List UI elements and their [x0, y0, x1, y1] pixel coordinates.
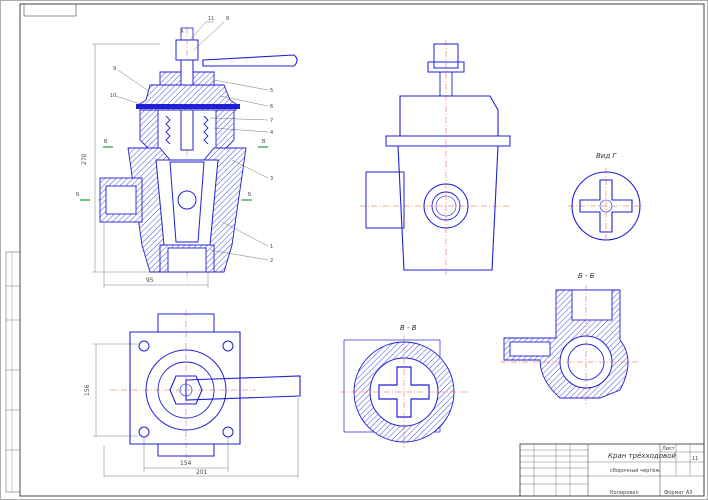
dimension-flange-height: 156: [84, 384, 91, 396]
arrow-mark-a: А: [180, 29, 184, 35]
dimension-flange-holes: 154: [180, 460, 192, 467]
section-mark-b-left: Б: [76, 192, 80, 198]
section-v-v: В - В: [340, 324, 468, 448]
section-mark-v-left: В: [104, 139, 108, 145]
handle: [202, 54, 298, 67]
dimension-base-width: 95: [146, 277, 154, 284]
leader-5: 5: [270, 88, 273, 94]
dimension-flange-width: 201: [196, 469, 208, 476]
view-g-title: Вид Г: [596, 152, 617, 160]
section-v-title: В - В: [400, 324, 417, 332]
leader-9: 9: [113, 66, 116, 72]
format-label: Формат А3: [664, 490, 692, 496]
leader-4: 4: [270, 130, 273, 136]
leader-3: 3: [270, 176, 273, 182]
leader-10: 10: [110, 93, 116, 99]
sheet-label: Лист: [662, 446, 675, 452]
section-mark-b-right: Б: [248, 192, 252, 198]
copied-label: Копировал: [610, 490, 639, 496]
leader-2: 2: [270, 258, 273, 264]
leader-1: 1: [270, 244, 273, 250]
view-g: Вид Г: [568, 152, 644, 242]
title-block: Кран трёхходовой сборочный чертёж Лист 1…: [519, 443, 705, 497]
drawing-title: Кран трёхходовой: [608, 452, 676, 460]
dimension-height: 270: [81, 153, 88, 165]
side-view: [360, 40, 511, 275]
sheet-count: 11: [692, 456, 698, 462]
section-mark-v-right: В: [262, 139, 266, 145]
margin-stamp: [5, 251, 21, 493]
technical-drawing-sheet: В В Б Б А 270 95 11 8 9 10 5 6 7 4 3 1 2…: [0, 0, 708, 500]
drawing-subtitle: сборочный чертёж: [610, 467, 660, 474]
section-b-b: Б - Б: [500, 272, 640, 405]
sheet-frame: [0, 0, 708, 500]
front-section-view: В В Б Б А 270 95 11 8 9 10 5 6 7 4 3 1 2: [76, 16, 298, 288]
leader-8: 8: [226, 16, 229, 22]
top-view: 156 154 201: [84, 310, 301, 478]
leader-6: 6: [270, 104, 273, 110]
leader-7: 7: [270, 118, 273, 124]
section-b-title: Б - Б: [578, 272, 595, 280]
leader-11: 11: [208, 16, 214, 22]
